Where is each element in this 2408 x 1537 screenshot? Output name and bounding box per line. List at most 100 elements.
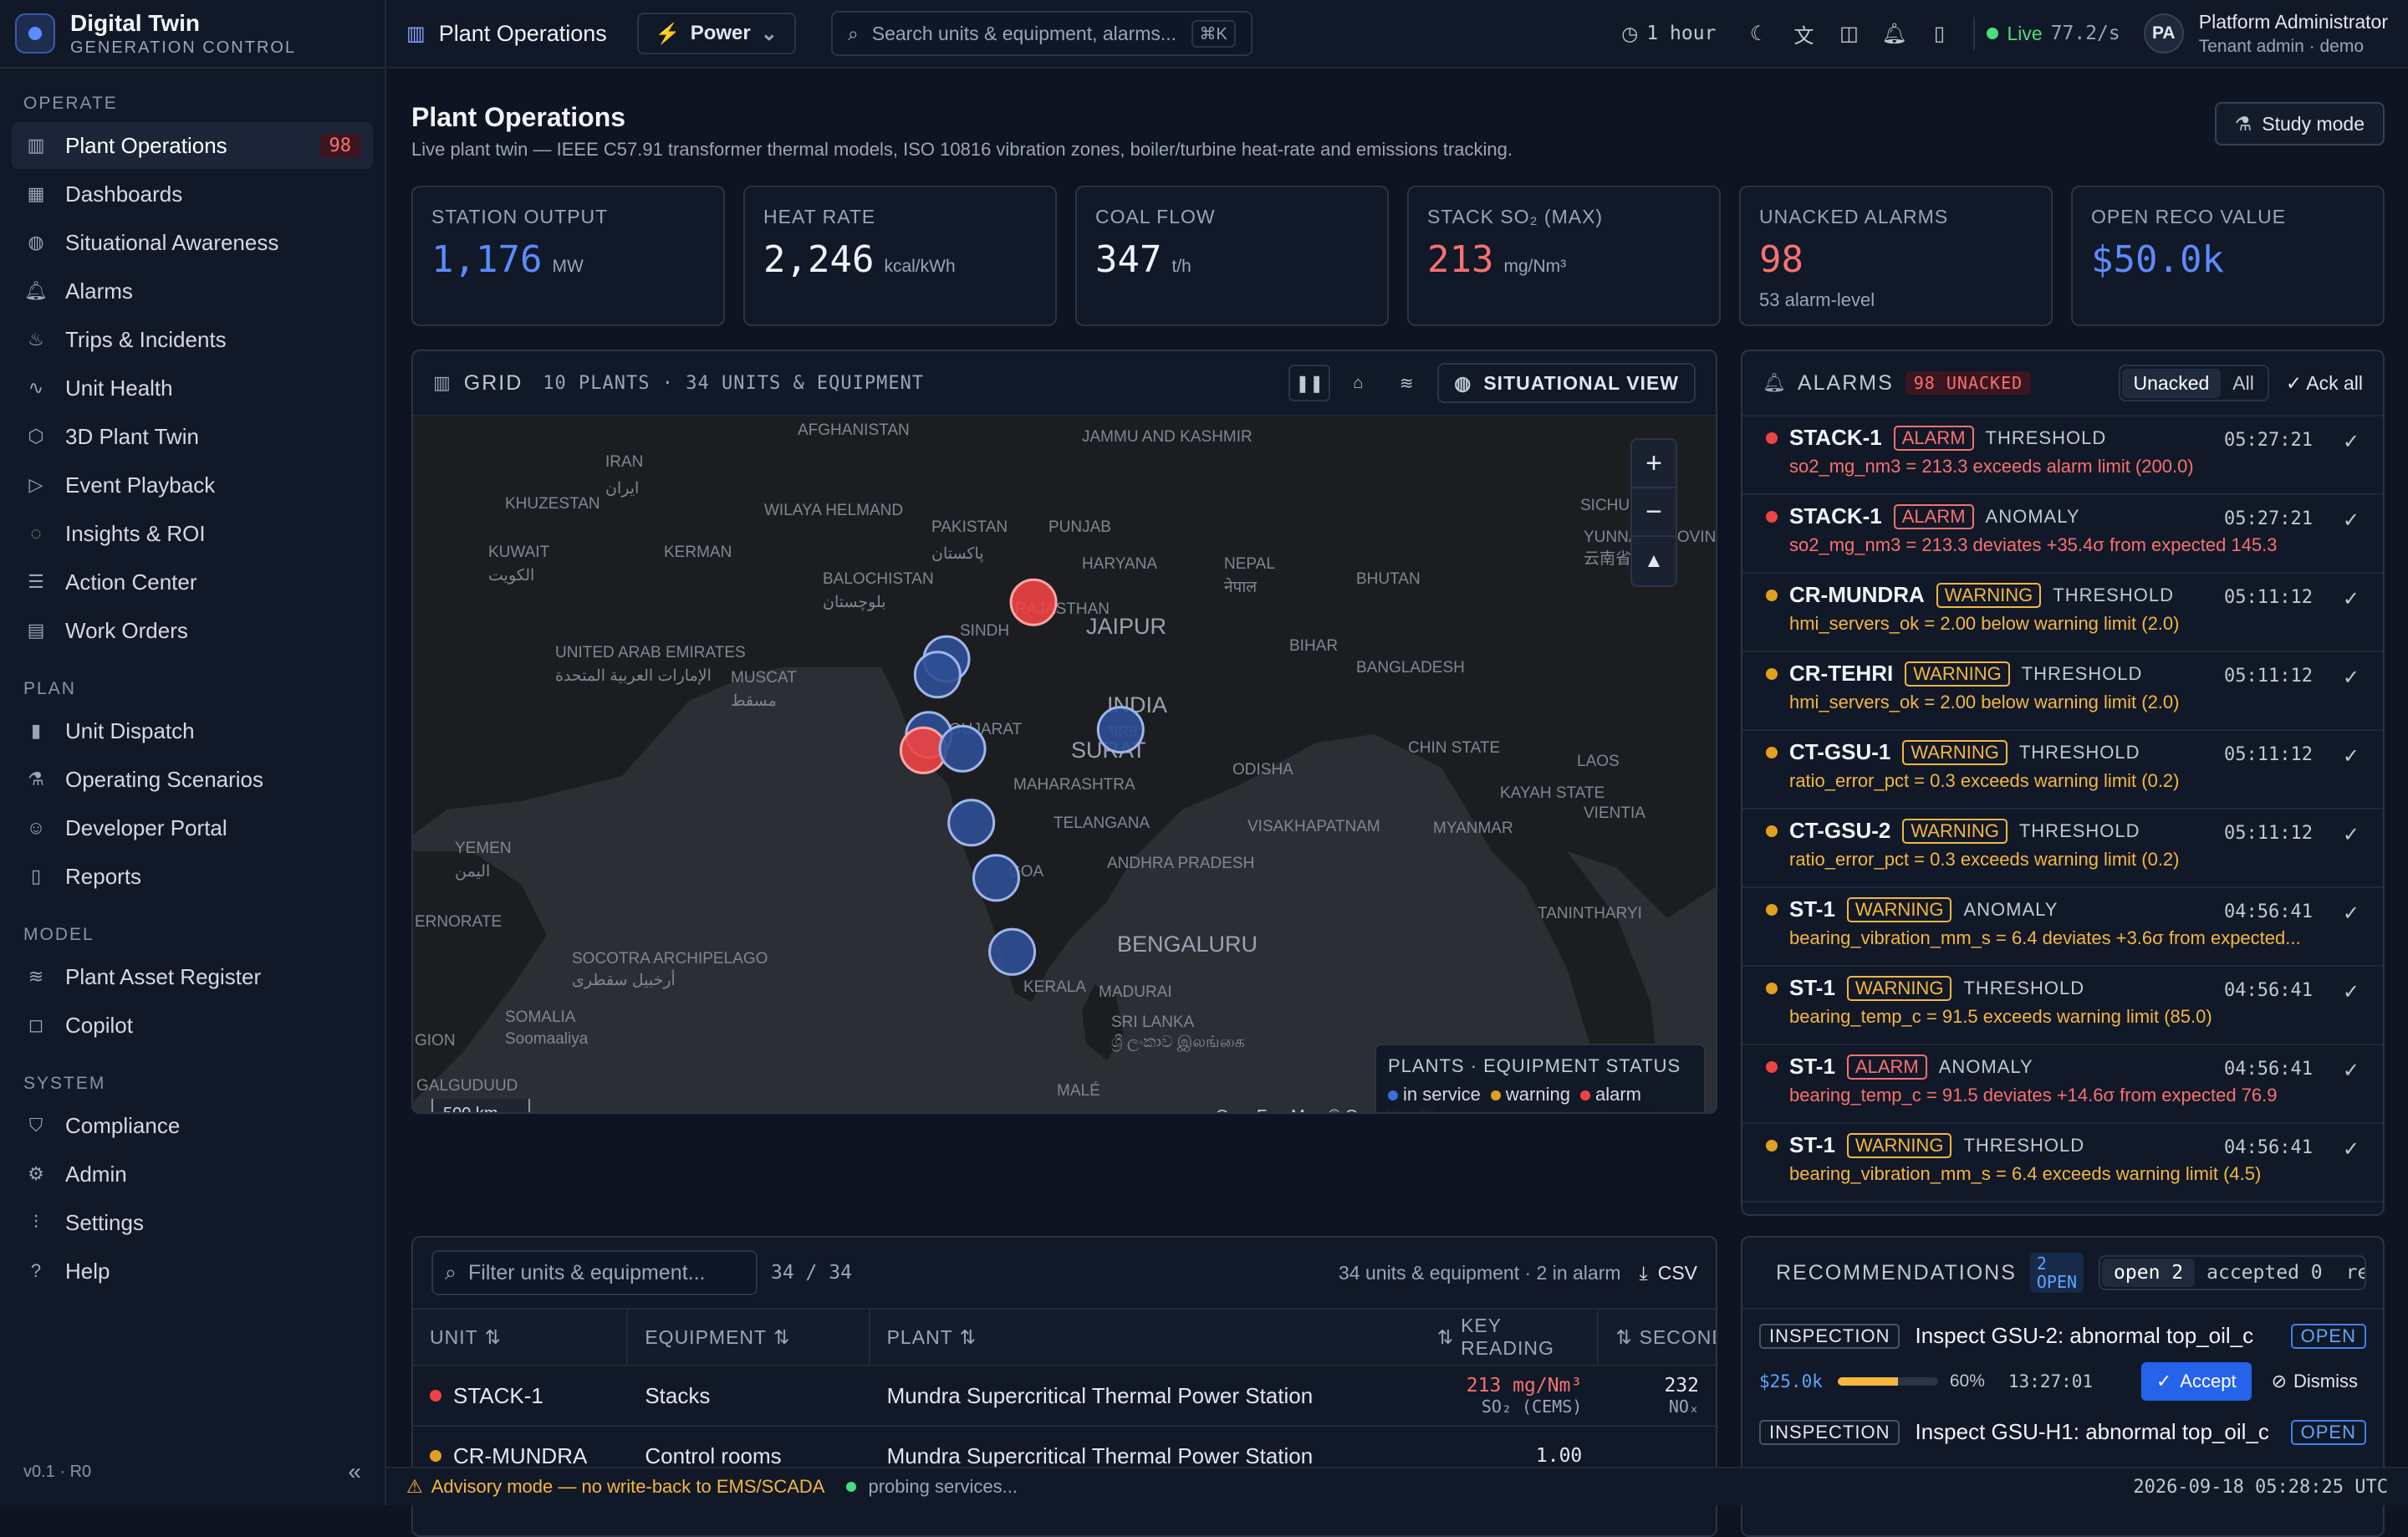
- sidebar-item-help[interactable]: ?Help: [12, 1248, 373, 1294]
- col-plant[interactable]: PLANT⇅: [870, 1310, 1421, 1365]
- ack-check-icon[interactable]: ✓: [2343, 744, 2360, 768]
- alarm-time: 05:11:12: [2224, 744, 2313, 765]
- ack-all-button[interactable]: ✓ Ack all: [2286, 372, 2363, 395]
- sidebar-item-unit-health[interactable]: ∿Unit Health: [12, 365, 373, 411]
- sidebar-item-settings[interactable]: ⫶Settings: [12, 1199, 373, 1246]
- alarm-row[interactable]: CR-TEHRIWARNINGTHRESHOLD05:11:12✓hmi_ser…: [1742, 652, 2383, 731]
- sidebar-item-3d-plant-twin[interactable]: ⬡3D Plant Twin: [12, 413, 373, 460]
- sidebar-item-reports[interactable]: ▯Reports: [12, 853, 373, 900]
- sidebar-item-alarms[interactable]: 🔔︎Alarms: [12, 268, 373, 314]
- csv-export-button[interactable]: ⤓ CSV: [1640, 1262, 1697, 1284]
- col-key-reading[interactable]: ⇅KEY READING: [1421, 1310, 1599, 1365]
- situational-view-button[interactable]: ◍ SITUATIONAL VIEW: [1437, 363, 1696, 403]
- ack-check-icon[interactable]: ✓: [2343, 430, 2360, 454]
- ack-check-icon[interactable]: ✓: [2343, 666, 2360, 690]
- tag-icon[interactable]: ⌂: [1337, 365, 1379, 401]
- ack-check-icon[interactable]: ✓: [2343, 587, 2360, 611]
- table-row[interactable]: STACK-1StacksMundra Supercritical Therma…: [413, 1366, 1716, 1427]
- plant-madhya-pradesh-marker[interactable]: [1098, 707, 1143, 753]
- sidebar-item-trips-incidents[interactable]: ♨Trips & Incidents: [12, 316, 373, 363]
- study-mode-button[interactable]: ⚗ Study mode: [2215, 102, 2385, 146]
- alarm-row[interactable]: CT-GSU-2WARNINGTHRESHOLD05:11:12✓ratio_e…: [1742, 809, 2383, 888]
- sidebar-item-developer-portal[interactable]: ☺Developer Portal: [12, 804, 373, 851]
- col-unit[interactable]: UNIT⇅: [413, 1310, 628, 1365]
- alarm-row[interactable]: CR-MUNDRAWARNINGTHRESHOLD05:11:12✓hmi_se…: [1742, 574, 2383, 652]
- sidebar-item-plant-asset-register[interactable]: ≋Plant Asset Register: [12, 953, 373, 1000]
- file-icon: ▯: [23, 864, 48, 889]
- global-search-input[interactable]: ⌕ Search units & equipment, alarms... ⌘K: [831, 11, 1252, 56]
- breadcrumb[interactable]: ▥ Plant Operations: [406, 21, 607, 47]
- sidebar-item-plant-operations[interactable]: ▥Plant Operations98: [12, 122, 373, 169]
- plant-punjab-marker[interactable]: [1011, 580, 1056, 625]
- domain-select[interactable]: ⚡ Power ⌄: [637, 13, 796, 54]
- filter-all-tab[interactable]: All: [2221, 369, 2266, 398]
- table-header: UNIT⇅ EQUIPMENT⇅ PLANT⇅ ⇅KEY READING ⇅SE…: [413, 1310, 1716, 1366]
- tab-open[interactable]: open 2: [2102, 1259, 2195, 1287]
- units-filter-input[interactable]: ⌕ Filter units & equipment...: [431, 1250, 758, 1295]
- map-canvas[interactable]: AFGHANISTANJAMMU AND KASHMIRIRANایرانKHU…: [413, 416, 1717, 1114]
- alarm-row[interactable]: STACK-1ALARMANOMALY05:27:21✓so2_mg_nm3 =…: [1742, 495, 2383, 574]
- kpi-value-number: $50.0k: [2091, 238, 2224, 281]
- reco-card[interactable]: INSPECTION Inspect GSU-2: abnormal top_o…: [1742, 1310, 2383, 1401]
- grid-map[interactable]: AFGHANISTANJAMMU AND KASHMIRIRANایرانKHU…: [413, 416, 1717, 1114]
- tab-accepted[interactable]: accepted 0: [2195, 1259, 2334, 1287]
- sidebar-item-copilot[interactable]: ◻Copilot: [12, 1002, 373, 1049]
- map-label: MUSCAT: [731, 669, 797, 687]
- sidebar-item-action-center[interactable]: ☰Action Center: [12, 559, 373, 605]
- sidebar-item-situational-awareness[interactable]: ◍Situational Awareness: [12, 219, 373, 266]
- map-label: Soomaaliya: [505, 1030, 589, 1048]
- sidebar-item-insights-roi[interactable]: ◌Insights & ROI: [12, 510, 373, 557]
- filter-unacked-tab[interactable]: Unacked: [2122, 369, 2222, 398]
- sidebar-item-dashboards[interactable]: ▦Dashboards: [12, 171, 373, 217]
- accept-button[interactable]: ✓Accept: [2141, 1362, 2252, 1401]
- ack-check-icon[interactable]: ✓: [2343, 823, 2360, 847]
- copilot-bot-icon[interactable]: ◫: [1836, 21, 1861, 46]
- sidebar-item-unit-dispatch[interactable]: ▮Unit Dispatch: [12, 707, 373, 754]
- zoom-out-button[interactable]: −: [1632, 488, 1676, 537]
- plant-rajasthan-west-marker[interactable]: [915, 652, 960, 697]
- zoom-in-button[interactable]: +: [1632, 440, 1676, 488]
- alarm-row[interactable]: ST-1ALARMANOMALY04:56:41✓bearing_temp_c …: [1742, 1045, 2383, 1124]
- alarm-row[interactable]: ST-1WARNINGTHRESHOLD04:56:41✓bearing_tem…: [1742, 967, 2383, 1045]
- language-icon[interactable]: 文: [1791, 21, 1816, 46]
- plant-tamil-nadu-marker[interactable]: [990, 929, 1035, 974]
- notifications-bell-icon[interactable]: 🔔︎: [1881, 21, 1906, 46]
- tab-realized[interactable]: reali: [2334, 1259, 2366, 1287]
- ack-check-icon[interactable]: ✓: [2343, 901, 2360, 926]
- dismiss-button[interactable]: ⊘Dismiss: [2272, 1371, 2358, 1392]
- alarm-row[interactable]: ST-1WARNINGANOMALY04:56:41✓bearing_vibra…: [1742, 888, 2383, 967]
- brand[interactable]: Digital Twin GENERATION CONTROL: [0, 0, 385, 69]
- col-second-reading[interactable]: ⇅SECOND R: [1599, 1310, 1716, 1365]
- theme-toggle-icon[interactable]: ☾: [1746, 21, 1771, 46]
- plant-goa-marker[interactable]: [974, 855, 1019, 901]
- alarm-row[interactable]: STACK-1ALARMTHRESHOLD05:27:21✓so2_mg_nm3…: [1742, 416, 2383, 495]
- kpi-label: HEAT RATE: [763, 206, 1037, 228]
- sidebar-item-event-playback[interactable]: ▷Event Playback: [12, 462, 373, 508]
- col-equipment[interactable]: EQUIPMENT⇅: [628, 1310, 870, 1365]
- sidebar-item-operating-scenarios[interactable]: ⚗Operating Scenarios: [12, 756, 373, 803]
- reco-card[interactable]: INSPECTION Inspect GSU-H1: abnormal top_…: [1742, 1401, 2383, 1445]
- plant-maharashtra-marker[interactable]: [949, 800, 994, 845]
- sidebar-item-compliance[interactable]: ⛉Compliance: [12, 1102, 373, 1149]
- live-rate: 77.2/s: [2051, 23, 2120, 44]
- alarm-row[interactable]: CT-GSU-1WARNINGTHRESHOLD05:11:12✓ratio_e…: [1742, 731, 2383, 809]
- collapse-sidebar-icon[interactable]: «: [348, 1458, 361, 1485]
- ack-check-icon[interactable]: ✓: [2343, 1059, 2360, 1083]
- layers-icon[interactable]: ≋: [1385, 365, 1427, 401]
- situational-view-label: SITUATIONAL VIEW: [1483, 372, 1679, 395]
- time-range-button[interactable]: ◷ 1 hour: [1621, 23, 1716, 45]
- pause-icon[interactable]: ❚❚: [1288, 365, 1330, 401]
- compass-north-button[interactable]: ▲: [1632, 537, 1676, 585]
- ack-check-icon[interactable]: ✓: [2343, 508, 2360, 533]
- ack-check-icon[interactable]: ✓: [2343, 1137, 2360, 1162]
- alarm-row[interactable]: ST-1WARNINGTHRESHOLD04:56:41✓bearing_vib…: [1742, 1124, 2383, 1203]
- ack-check-icon[interactable]: ✓: [2343, 980, 2360, 1004]
- map-label: SINDH: [960, 622, 1009, 640]
- avatar[interactable]: PA: [2144, 13, 2184, 54]
- map-label: الإمارات العربية المتحدة: [555, 667, 712, 685]
- sidebar-item-work-orders[interactable]: ▤Work Orders: [12, 607, 373, 654]
- plant-gujarat-east-marker[interactable]: [940, 726, 985, 771]
- sidebar-item-admin[interactable]: ⚙Admin: [12, 1151, 373, 1197]
- user-menu[interactable]: Platform Administrator Tenant admin · de…: [2199, 11, 2388, 57]
- panel-toggle-icon[interactable]: ▯: [1926, 21, 1951, 46]
